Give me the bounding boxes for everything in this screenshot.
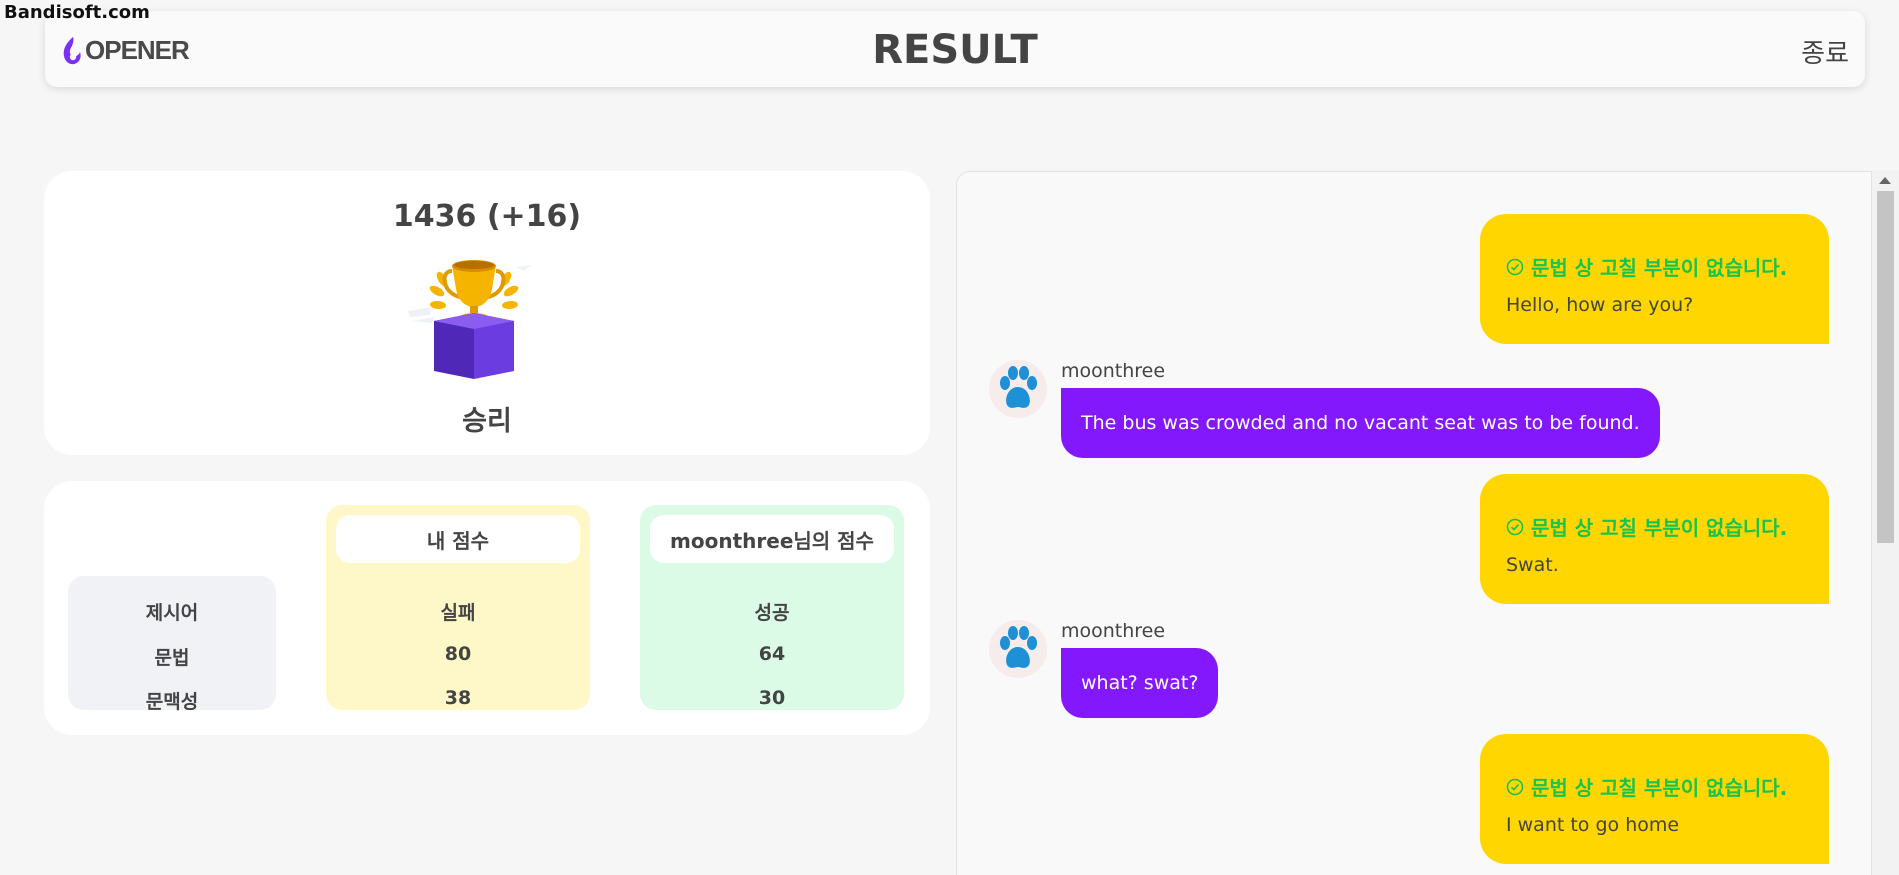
scroll-up-arrow-icon[interactable] [1879, 177, 1891, 184]
chat-log[interactable]: 문법 상 고칠 부분이 없습니다. Hello, how are you? mo… [956, 171, 1872, 875]
my-grammar-value: 80 [444, 643, 472, 665]
match-outcome: 승리 [462, 406, 512, 437]
grammar-check-text: 문법 상 고칠 부분이 없습니다. [1531, 776, 1788, 800]
my-message-text: Hello, how are you? [1506, 294, 1694, 316]
grammar-check-status: 문법 상 고칠 부분이 없습니다. [1506, 512, 1787, 541]
trophy-icon [408, 260, 532, 379]
chat-scrollbar[interactable] [1872, 171, 1899, 875]
opponent-name: moonthree [1061, 360, 1166, 382]
my-context-value: 38 [444, 687, 472, 709]
label-grammar: 문법 [154, 647, 190, 669]
my-message-bubble: 문법 상 고칠 부분이 없습니다. Hello, how are you? [1480, 214, 1829, 344]
my-message-text: Swat. [1506, 554, 1559, 576]
avatar [989, 620, 1047, 678]
check-circle-icon [1506, 258, 1524, 275]
opponent-score-header: moonthree님의 점수 [650, 515, 894, 563]
exit-button[interactable]: 종료 [1801, 33, 1849, 70]
check-circle-icon [1506, 518, 1524, 535]
opponent-context-value: 30 [758, 687, 786, 709]
check-circle-icon [1506, 778, 1524, 795]
grammar-check-status: 문법 상 고칠 부분이 없습니다. [1506, 252, 1787, 281]
score-card: 제시어 문법 문맥성 내 점수 실패 80 38 moonthree님의 점수 … [44, 481, 930, 735]
grammar-check-status: 문법 상 고칠 부분이 없습니다. [1506, 772, 1787, 801]
my-score-column: 내 점수 실패 80 38 [326, 505, 590, 710]
paw-icon [1000, 366, 1037, 408]
opponent-grammar-value: 64 [758, 643, 786, 665]
score-labels-column: 제시어 문법 문맥성 [68, 576, 276, 713]
scroll-thumb[interactable] [1877, 191, 1894, 543]
page-title: RESULT [872, 27, 1038, 73]
watermark: Bandisoft.com [4, 2, 150, 23]
grammar-check-text: 문법 상 고칠 부분이 없습니다. [1531, 256, 1788, 280]
opponent-name: moonthree [1061, 620, 1166, 642]
opponent-score-column: moonthree님의 점수 성공 64 30 [640, 505, 904, 710]
my-score-header: 내 점수 [336, 515, 580, 563]
rating-score: 1436 (+16) [392, 199, 582, 234]
my-message-bubble: 문법 상 고칠 부분이 없습니다. Swat. [1480, 474, 1829, 604]
opponent-keyword-value: 성공 [754, 602, 790, 624]
opponent-message-bubble: The bus was crowded and no vacant seat w… [1061, 388, 1660, 458]
label-context: 문맥성 [145, 691, 199, 713]
paw-icon [1000, 626, 1037, 668]
opponent-message-bubble: what? swat? [1061, 648, 1219, 718]
avatar [989, 360, 1047, 418]
label-keyword: 제시어 [145, 602, 199, 624]
header-bar: OPENER RESULT 종료 [45, 11, 1865, 87]
my-message-text: I want to go home [1506, 814, 1680, 836]
my-keyword-value: 실패 [440, 602, 476, 624]
my-message-bubble: 문법 상 고칠 부분이 없습니다. I want to go home [1480, 734, 1829, 864]
result-card: 1436 (+16) 승리 [44, 171, 930, 455]
grammar-check-text: 문법 상 고칠 부분이 없습니다. [1531, 516, 1788, 540]
